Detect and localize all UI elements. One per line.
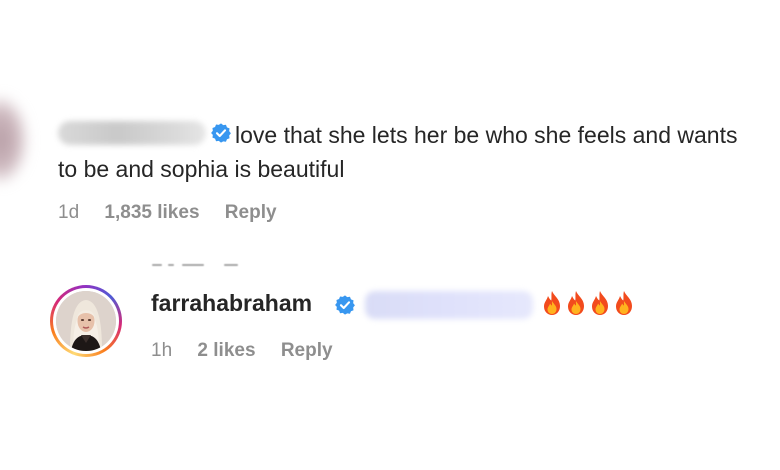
comment-likes[interactable]: 2 likes xyxy=(197,340,255,361)
profile-photo xyxy=(56,291,116,351)
commenter-avatar-blurred[interactable] xyxy=(0,96,28,184)
fire-icon xyxy=(568,291,584,315)
verified-badge-icon xyxy=(335,295,355,315)
comment-age: 1h xyxy=(151,340,173,361)
fire-icon xyxy=(592,291,608,315)
redacted-mention xyxy=(365,291,533,319)
fire-icon xyxy=(616,291,632,315)
comment-likes[interactable]: 1,835 likes xyxy=(104,202,199,223)
fire-icon xyxy=(544,291,560,315)
view-replies-line[interactable] xyxy=(152,261,244,269)
comment-age: 1d xyxy=(58,202,80,223)
username[interactable]: farrahabraham xyxy=(151,290,312,317)
fire-emojis xyxy=(540,290,636,323)
comment-meta: 1h 2 likes Reply xyxy=(151,340,353,362)
comment-meta: 1d 1,835 likes Reply xyxy=(58,202,297,224)
reply-button[interactable]: Reply xyxy=(225,202,277,223)
avatar[interactable] xyxy=(50,285,122,357)
comment-text: love that she lets her be who she feels … xyxy=(58,122,738,182)
avatar-ring-gap xyxy=(53,288,119,354)
reply-button[interactable]: Reply xyxy=(281,340,333,361)
